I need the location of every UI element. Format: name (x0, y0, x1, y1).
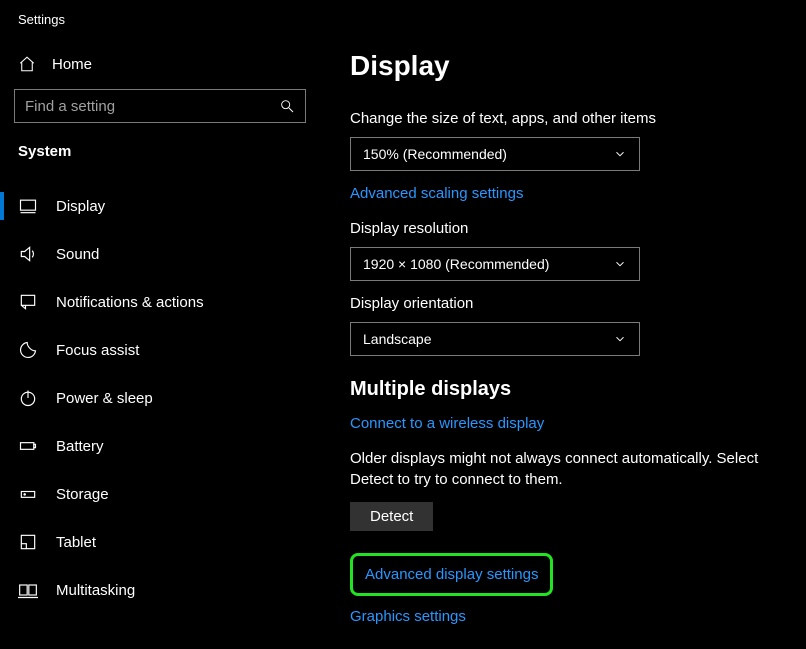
display-icon (18, 196, 38, 216)
nav-label: Power & sleep (56, 390, 153, 407)
home-button[interactable]: Home (0, 27, 320, 73)
scale-label: Change the size of text, apps, and other… (350, 110, 794, 127)
nav-label: Notifications & actions (56, 294, 204, 311)
category-heading: System (0, 123, 320, 170)
nav-label: Tablet (56, 534, 96, 551)
detect-button[interactable]: Detect (350, 502, 433, 531)
chevron-down-icon (613, 332, 627, 346)
app-title: Settings (0, 10, 320, 27)
advanced-display-link[interactable]: Advanced display settings (365, 566, 538, 583)
nav-label: Multitasking (56, 582, 135, 599)
connect-wireless-link[interactable]: Connect to a wireless display (350, 415, 544, 432)
multiple-displays-heading: Multiple displays (350, 378, 794, 401)
power-icon (18, 388, 38, 408)
nav-label: Focus assist (56, 342, 139, 359)
detect-description: Older displays might not always connect … (350, 448, 794, 490)
nav-label: Storage (56, 486, 109, 503)
nav-label: Display (56, 198, 105, 215)
nav-item-battery[interactable]: Battery (0, 422, 320, 470)
storage-icon (18, 484, 38, 504)
advanced-display-highlight: Advanced display settings (350, 553, 553, 596)
main-pane: Display Change the size of text, apps, a… (320, 0, 806, 649)
search-box[interactable] (14, 89, 306, 123)
nav-item-tablet[interactable]: Tablet (0, 518, 320, 566)
nav-item-power-sleep[interactable]: Power & sleep (0, 374, 320, 422)
home-label: Home (52, 56, 92, 73)
settings-sidebar: Settings Home System Display Sound Notif… (0, 0, 320, 649)
nav-label: Battery (56, 438, 104, 455)
graphics-settings-link[interactable]: Graphics settings (350, 608, 466, 625)
nav-item-notifications[interactable]: Notifications & actions (0, 278, 320, 326)
notifications-icon (18, 292, 38, 312)
search-input[interactable] (25, 98, 265, 115)
sound-icon (18, 244, 38, 264)
orientation-label: Display orientation (350, 295, 794, 312)
multitasking-icon (18, 580, 38, 600)
nav-item-multitasking[interactable]: Multitasking (0, 566, 320, 614)
resolution-label: Display resolution (350, 220, 794, 237)
nav-item-sound[interactable]: Sound (0, 230, 320, 278)
search-icon (279, 98, 295, 114)
scale-dropdown[interactable]: 150% (Recommended) (350, 137, 640, 171)
orientation-dropdown[interactable]: Landscape (350, 322, 640, 356)
page-heading: Display (350, 50, 794, 82)
nav-item-display[interactable]: Display (0, 182, 320, 230)
nav-item-focus-assist[interactable]: Focus assist (0, 326, 320, 374)
nav-label: Sound (56, 246, 99, 263)
orientation-value: Landscape (363, 331, 432, 347)
nav-item-storage[interactable]: Storage (0, 470, 320, 518)
resolution-dropdown[interactable]: 1920 × 1080 (Recommended) (350, 247, 640, 281)
focus-assist-icon (18, 340, 38, 360)
chevron-down-icon (613, 147, 627, 161)
advanced-scaling-link[interactable]: Advanced scaling settings (350, 185, 523, 202)
home-icon (18, 55, 36, 73)
nav-list: Display Sound Notifications & actions Fo… (0, 170, 320, 614)
tablet-icon (18, 532, 38, 552)
resolution-value: 1920 × 1080 (Recommended) (363, 256, 549, 272)
chevron-down-icon (613, 257, 627, 271)
scale-value: 150% (Recommended) (363, 146, 507, 162)
battery-icon (18, 436, 38, 456)
